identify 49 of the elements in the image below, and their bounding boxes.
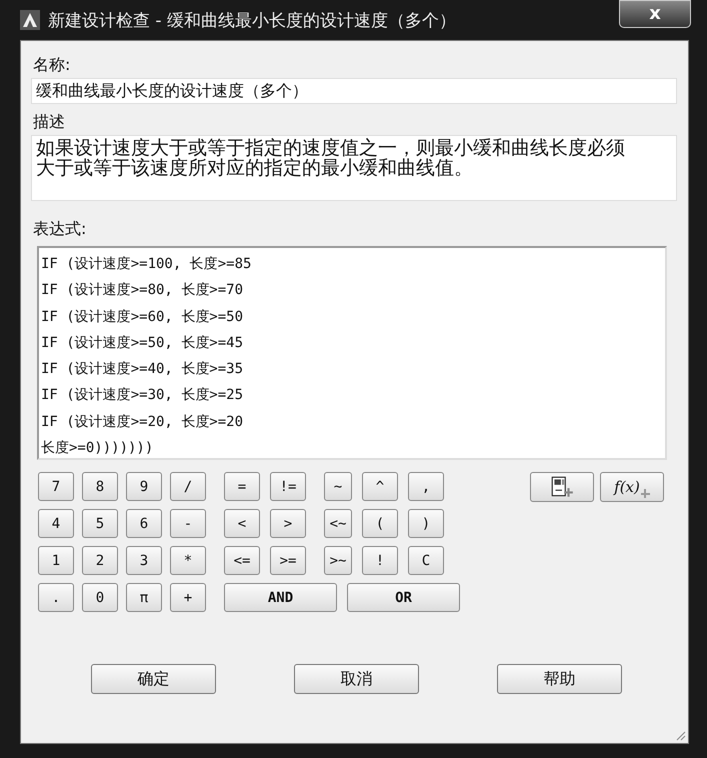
dialog-button[interactable]: 取消 (294, 664, 419, 694)
keypad-key[interactable]: 3 (126, 546, 162, 575)
operator-key[interactable]: ( (362, 509, 398, 538)
keypad-key[interactable]: 5 (82, 509, 118, 538)
operator-key[interactable]: < (224, 509, 260, 538)
operator-key[interactable]: != (270, 472, 306, 501)
operator-key[interactable]: C (408, 546, 444, 575)
operator-key[interactable]: ~ (324, 472, 352, 501)
operator-key[interactable]: ! (362, 546, 398, 575)
close-button[interactable]: x (619, 0, 691, 28)
keypad-key[interactable]: 6 (126, 509, 162, 538)
description-field[interactable]: 如果设计速度大于或等于指定的速度值之一，则最小缓和曲线长度必须大于或等于该速度所对应的指定的最小缓和曲线值。 (31, 135, 677, 201)
app-logo-icon (20, 10, 40, 30)
insert-property-button[interactable] (530, 472, 594, 502)
keypad-key[interactable]: . (38, 583, 74, 612)
operator-key[interactable]: >= (270, 546, 306, 575)
operator-key[interactable]: ^ (362, 472, 398, 501)
keypad-key[interactable]: 9 (126, 472, 162, 501)
keypad-key[interactable]: + (170, 583, 206, 612)
logic-key[interactable]: AND (224, 583, 337, 612)
resize-grip-icon (674, 729, 686, 741)
keypad-key[interactable]: / (170, 472, 206, 501)
operator-key[interactable]: <~ (324, 509, 352, 538)
insert-function-button[interactable]: f(x) (600, 472, 664, 502)
window-title: 新建设计检查 - 缓和曲线最小长度的设计速度（多个） (48, 10, 456, 32)
logic-key[interactable]: OR (347, 583, 460, 612)
operator-key[interactable]: = (224, 472, 260, 501)
keypad-key[interactable]: 7 (38, 472, 74, 501)
expression-label: 表达式: (33, 219, 88, 240)
expression-field[interactable]: IF (设计速度>=100, 长度>=85 IF (设计速度>=80, 长度>=70 IF (设计速度>=60, 长度>=50 IF (设计速度>=50, 长度>=45 IF (设计速度>=40, 长度>=35 IF (设计速度>=30, 长度>=25 IF (设计速度>=20, 长度>=20 长度>=0))))))) (37, 246, 667, 460)
keypad-key[interactable]: * (170, 546, 206, 575)
property-add-icon (549, 476, 575, 498)
name-field[interactable]: 缓和曲线最小长度的设计速度（多个） (31, 78, 677, 104)
keypad-key[interactable]: 8 (82, 472, 118, 501)
keypad-key[interactable]: 2 (82, 546, 118, 575)
keypad-key[interactable]: 0 (82, 583, 118, 612)
dialog-button[interactable]: 帮助 (497, 664, 622, 694)
description-label: 描述 (33, 112, 66, 133)
keypad-key[interactable]: 4 (38, 509, 74, 538)
operator-key[interactable]: , (408, 472, 444, 501)
operator-key[interactable]: > (270, 509, 306, 538)
operator-key[interactable]: <= (224, 546, 260, 575)
operator-key[interactable]: >~ (324, 546, 352, 575)
name-label: 名称: (33, 55, 72, 76)
operator-key[interactable]: ) (408, 509, 444, 538)
dialog-button[interactable]: 确定 (91, 664, 216, 694)
keypad-key[interactable]: - (170, 509, 206, 538)
keypad-key[interactable]: 1 (38, 546, 74, 575)
keypad-key[interactable]: π (126, 583, 162, 612)
